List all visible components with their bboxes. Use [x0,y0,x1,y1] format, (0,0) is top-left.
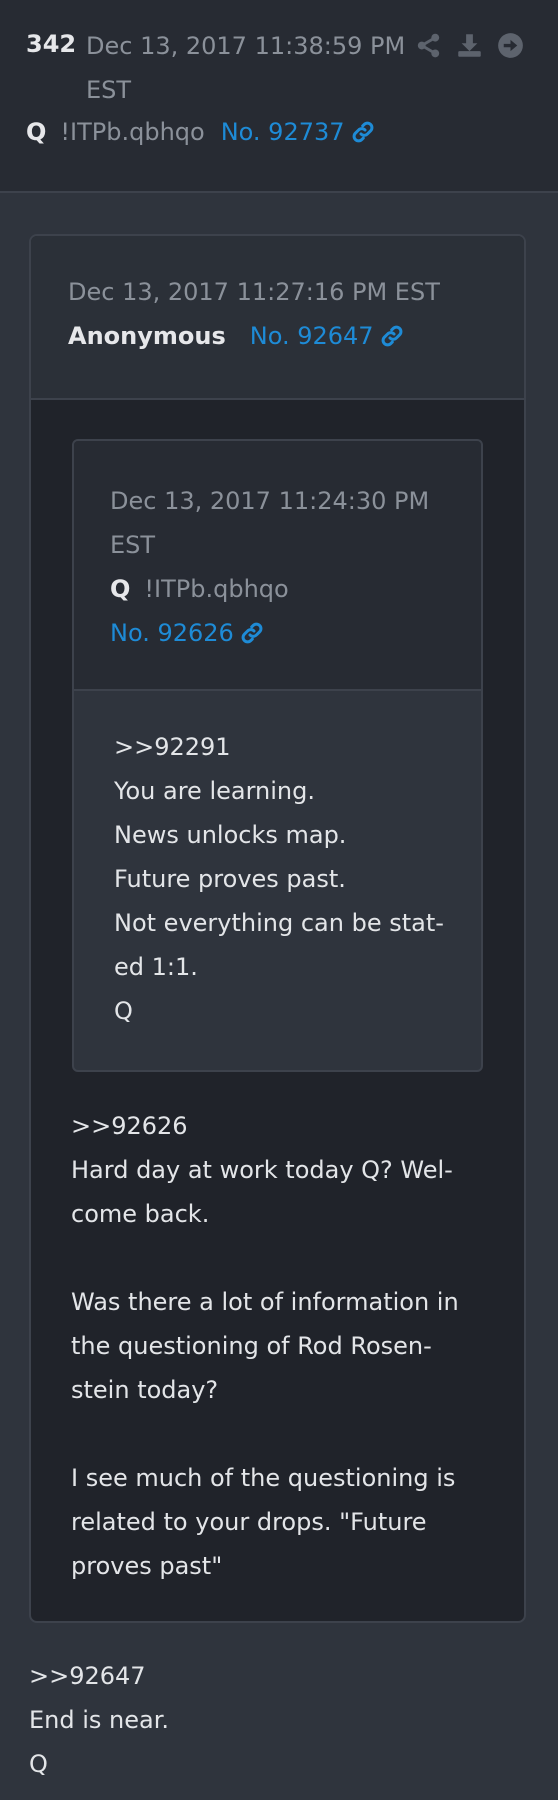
post-id-label: No. 92737 [220,118,345,146]
nested-post-id-label: No. 92626 [110,619,234,647]
nested-post-header: Dec 13, 2017 11:24:30 PM EST Q !ITPb.qbh… [74,441,481,691]
author-tripcode: !ITPb.qbhqo [60,118,205,146]
nested-post-id-link[interactable]: No. 92626 [110,611,264,655]
post-date: Dec 13, 2017 11:38:59 PM EST [86,32,406,104]
quoted-author-name: Anonymous [68,322,226,350]
quoted-post-header: Dec 13, 2017 11:27:16 PM EST Anonymous N… [31,236,524,400]
arrow-right-circle-icon[interactable] [497,32,524,59]
post-id-link[interactable]: No. 92737 [221,118,375,146]
quoted-post-body: >>92626 Hard day at work today Q? Wel- c… [71,1104,491,1588]
nested-quoted-post: Dec 13, 2017 11:24:30 PM EST Q !ITPb.qbh… [72,439,483,1072]
post-actions [415,32,524,59]
post-author-row: Q !ITPb.qbhqo No. 92737 [26,118,375,146]
share-icon[interactable] [415,32,442,59]
quoted-post-id-label: No. 92647 [249,322,374,350]
nested-author-tripcode: !ITPb.qbhqo [144,575,289,603]
nested-post-date: Dec 13, 2017 11:24:30 PM EST [110,487,430,559]
download-icon[interactable] [456,32,483,59]
post-body: >>92647 End is near. Q [29,1654,169,1786]
quoted-post-date: Dec 13, 2017 11:27:16 PM EST [68,278,440,306]
reply-reference[interactable]: >>92647 [29,1654,169,1698]
post-header: 342 Dec 13, 2017 11:38:59 PM EST Q !ITPb… [0,0,558,193]
quoted-paragraph: I see much of the questioning is related… [71,1464,456,1580]
quoted-post-author-row: Anonymous No. 92647 [68,322,404,350]
reply-reference[interactable]: >>92626 [71,1104,491,1148]
post-number: 342 [26,30,77,58]
link-icon [381,325,402,347]
nested-post-author-block: Q !ITPb.qbhqo No. 92626 [110,567,305,655]
quoted-post: Dec 13, 2017 11:27:16 PM EST Anonymous N… [29,234,526,1623]
author-name: Q [26,118,47,146]
nested-post-body: >>92291 You are learning. News unlocks m… [114,725,444,1033]
quoted-paragraph: >>92626 Hard day at work today Q? Wel- c… [71,1104,491,1236]
reply-reference[interactable]: >>92291 [114,725,444,769]
link-icon [241,622,263,644]
quoted-paragraph: Was there a lot of information in the qu… [71,1288,459,1404]
quoted-post-id-link[interactable]: No. 92647 [250,322,404,350]
nested-author-name: Q [110,575,131,603]
link-icon [352,121,373,143]
